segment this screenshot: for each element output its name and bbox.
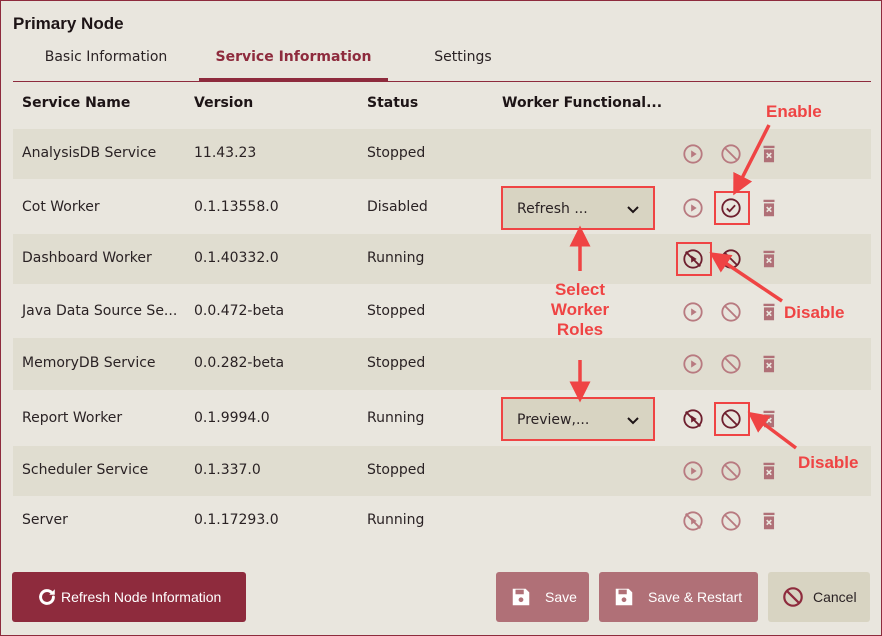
table-row[interactable]: MemoryDB Service 0.0.282-beta Stopped	[13, 338, 871, 390]
column-version[interactable]: Version	[194, 95, 253, 111]
node-dialog: Primary Node Basic Information Service I…	[0, 0, 882, 636]
save-restart-label: Save & Restart	[648, 589, 743, 605]
trash-delete-icon[interactable]	[758, 197, 780, 219]
trash-delete-icon[interactable]	[758, 408, 780, 430]
column-service-name[interactable]: Service Name	[22, 95, 130, 111]
stop-running-icon[interactable]	[682, 408, 704, 430]
disable-icon[interactable]	[720, 301, 742, 323]
service-version: 0.0.472-beta	[194, 303, 285, 319]
stop-running-icon[interactable]	[682, 248, 704, 270]
service-version: 0.1.337.0	[194, 462, 261, 478]
worker-roles-value: Refresh ...	[517, 200, 588, 217]
annotation-select-worker-roles: Select Worker Roles	[540, 280, 620, 340]
table-row[interactable]: Scheduler Service 0.1.337.0 Stopped	[13, 446, 871, 496]
service-version: 0.1.17293.0	[194, 512, 279, 528]
play-icon[interactable]	[682, 353, 704, 375]
worker-roles-select[interactable]: Preview,...	[501, 396, 655, 441]
disable-icon[interactable]	[720, 143, 742, 165]
disable-icon[interactable]	[720, 510, 742, 532]
page-title: Primary Node	[13, 14, 124, 33]
annotation-enable: Enable	[766, 102, 822, 121]
floppy-disk-icon	[510, 586, 532, 608]
table-row[interactable]: Dashboard Worker 0.1.40332.0 Running	[13, 234, 871, 284]
service-version: 0.1.40332.0	[194, 250, 279, 266]
annotation-disable-1: Disable	[784, 303, 845, 322]
worker-roles-value: Preview,...	[517, 411, 590, 428]
service-name: Report Worker	[22, 409, 123, 426]
service-status: Stopped	[367, 145, 426, 161]
service-status: Stopped	[367, 303, 426, 319]
trash-delete-icon[interactable]	[758, 510, 780, 532]
disable-icon[interactable]	[720, 353, 742, 375]
trash-delete-icon[interactable]	[758, 353, 780, 375]
service-status: Stopped	[367, 462, 426, 478]
service-name: Cot Worker	[22, 198, 100, 215]
trash-delete-icon[interactable]	[758, 301, 780, 323]
play-icon[interactable]	[682, 143, 704, 165]
tab-settings[interactable]: Settings	[388, 41, 538, 81]
annotation-select-worker-roles-line: Worker	[550, 300, 610, 319]
chevron-down-icon	[625, 412, 641, 428]
service-version: 11.43.23	[194, 145, 257, 161]
stop-running-icon[interactable]	[682, 510, 704, 532]
trash-delete-icon[interactable]	[758, 143, 780, 165]
service-name: Java Data Source Se...	[22, 303, 178, 319]
annotation-disable-2: Disable	[798, 453, 859, 472]
service-name: AnalysisDB Service	[22, 145, 157, 161]
cancel-label: Cancel	[813, 589, 857, 605]
annotation-select-worker-roles-line: Roles	[556, 320, 604, 339]
floppy-disk-icon	[613, 586, 635, 608]
tab-basic-information[interactable]: Basic Information	[13, 41, 199, 81]
column-status[interactable]: Status	[367, 95, 418, 111]
save-label: Save	[545, 589, 577, 605]
table-row[interactable]: Cot Worker 0.1.13558.0 Disabled Refresh ...	[13, 181, 871, 234]
play-icon[interactable]	[682, 301, 704, 323]
enable-check-icon[interactable]	[720, 197, 742, 219]
service-status: Running	[367, 250, 425, 266]
table-row[interactable]: Server 0.1.17293.0 Running	[13, 496, 871, 546]
disable-icon[interactable]	[720, 248, 742, 270]
trash-delete-icon[interactable]	[758, 460, 780, 482]
table-header: Service Name Version Status Worker Funct…	[13, 87, 871, 127]
save-restart-button[interactable]: Save & Restart	[599, 572, 758, 622]
service-version: 0.1.9994.0	[194, 409, 270, 426]
table-row[interactable]: Java Data Source Se... 0.0.472-beta Stoppe…	[13, 286, 871, 338]
disable-icon[interactable]	[720, 408, 742, 430]
trash-delete-icon[interactable]	[758, 248, 780, 270]
service-name: Server	[22, 512, 68, 528]
service-status: Running	[367, 512, 425, 528]
save-button[interactable]: Save	[496, 572, 589, 622]
service-version: 0.0.282-beta	[194, 355, 285, 371]
disable-icon[interactable]	[720, 460, 742, 482]
service-status: Stopped	[367, 355, 426, 371]
annotation-select-worker-roles-line: Select	[554, 280, 606, 299]
refresh-node-label: Refresh Node Information	[61, 589, 222, 605]
chevron-down-icon	[625, 201, 641, 217]
refresh-node-button[interactable]: Refresh Node Information	[12, 572, 246, 622]
play-icon[interactable]	[682, 197, 704, 219]
tab-bar: Basic Information Service Information Se…	[13, 41, 871, 82]
service-name: Scheduler Service	[22, 462, 149, 478]
cancel-button[interactable]: Cancel	[768, 572, 870, 622]
worker-roles-select[interactable]: Refresh ...	[501, 185, 655, 230]
service-status: Disabled	[367, 198, 428, 215]
refresh-icon	[36, 586, 58, 608]
play-icon[interactable]	[682, 460, 704, 482]
service-name: Dashboard Worker	[22, 250, 152, 266]
service-version: 0.1.13558.0	[194, 198, 279, 215]
service-name: MemoryDB Service	[22, 355, 156, 371]
service-status: Running	[367, 409, 425, 426]
table-row[interactable]: AnalysisDB Service 11.43.23 Stopped	[13, 129, 871, 179]
tab-service-information[interactable]: Service Information	[199, 41, 388, 81]
cancel-icon	[782, 586, 804, 608]
column-worker-functional[interactable]: Worker Functional...	[502, 95, 662, 111]
table-row[interactable]: Report Worker 0.1.9994.0 Running Preview,..…	[13, 391, 871, 446]
